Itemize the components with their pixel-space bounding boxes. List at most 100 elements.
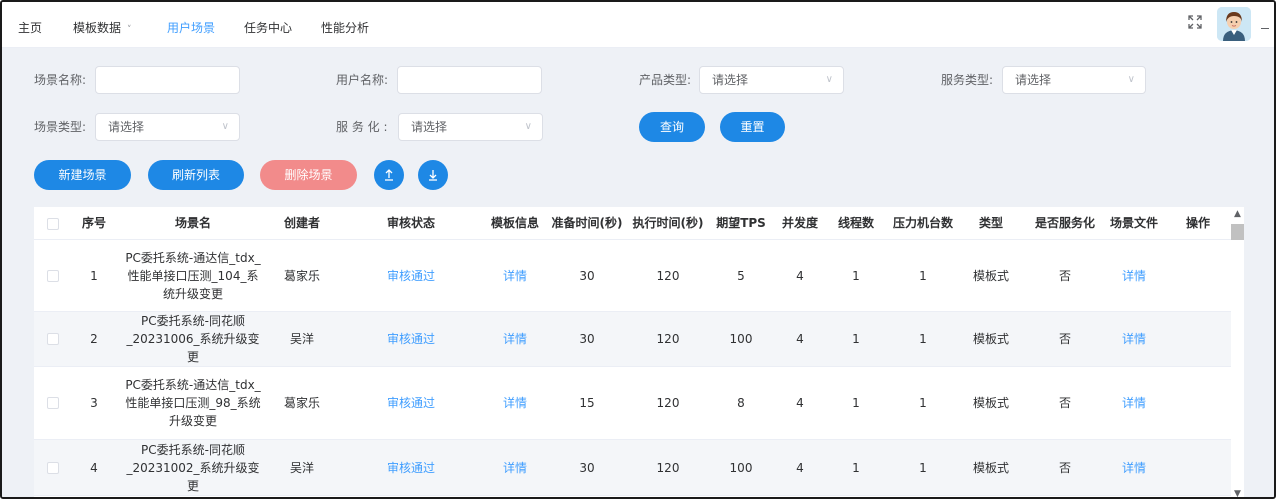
col-header-scene-name[interactable]: 场景名 [116,207,270,240]
upload-button[interactable] [374,160,404,190]
cell-template-detail-link[interactable]: 详情 [480,440,550,495]
delete-scene-button[interactable]: 删除场景 [260,160,357,190]
cell-servicized: 否 [1058,460,1071,475]
nav-item-user-scenes[interactable]: 用户场景 [167,19,215,36]
scene-name-input[interactable] [95,66,240,94]
col-header-threads[interactable]: 线程数 [828,207,884,240]
row-checkbox[interactable] [47,397,59,409]
table-row[interactable]: 3 PC委托系统-通达信_tdx_性能单接口压测_98_系统升级变更 葛家乐 审… [34,367,1231,440]
servicized-label: 服 务 化 : [336,120,388,134]
download-button[interactable] [418,160,448,190]
cell-concurrency: 4 [796,268,804,283]
nav-item-performance[interactable]: 性能分析 [321,19,369,36]
cell-exec-time: 120 [656,332,680,346]
cell-template-detail-link[interactable]: 详情 [480,240,550,311]
row-select-cell [38,440,68,495]
row-select-cell [38,312,68,366]
scroll-up-icon[interactable]: ▲ [1234,209,1241,219]
user-name-label: 用户名称: [336,73,389,87]
product-type-select[interactable]: 请选择 ∨ [699,66,844,94]
cell-machines: 1 [919,460,927,475]
dropdown-caret-icon[interactable] [1261,28,1269,29]
cell-actions [1180,312,1216,366]
scene-name-label: 场景名称: [34,73,87,87]
fullscreen-icon[interactable] [1187,14,1203,30]
select-all-cell [38,207,68,240]
cell-exec-time: 120 [656,460,680,475]
cell-scene-name: PC委托系统-通达信_tdx_性能单接口压测_104_系统升级变更 [125,250,261,301]
col-header-audit-status[interactable]: 审核状态 [360,207,462,240]
cell-servicized: 否 [1058,332,1071,346]
cell-exec-time: 120 [656,268,680,283]
cell-scene-file-link[interactable]: 详情 [1104,240,1164,311]
cell-machines: 1 [919,396,927,410]
scene-table: 序号 场景名 创建者 审核状态 模板信息 准备时间(秒) 执行时间(秒) 期望T… [34,207,1231,497]
col-header-actions[interactable]: 操作 [1180,207,1216,240]
user-avatar[interactable] [1217,7,1251,41]
cell-threads: 1 [852,396,860,410]
table-row[interactable]: 4 PC委托系统-同花顺_20231002_系统升级变更 吴洋 审核通过 详情 … [34,440,1231,496]
col-header-concurrency[interactable]: 并发度 [774,207,826,240]
cell-threads: 1 [852,332,860,346]
cell-audit-status-link[interactable]: 审核通过 [360,312,462,366]
servicized-value: 请选择 [411,120,448,134]
cell-template-detail-link[interactable]: 详情 [480,367,550,439]
cell-audit-status-link[interactable]: 审核通过 [360,367,462,439]
scene-type-value: 请选择 [108,120,145,134]
cell-machines: 1 [919,268,927,283]
cell-scene-name: PC委托系统-通达信_tdx_性能单接口压测_98_系统升级变更 [125,378,261,428]
refresh-list-button[interactable]: 刷新列表 [148,160,244,190]
cell-actions [1180,440,1216,495]
reset-button[interactable]: 重置 [720,112,785,142]
nav-item-task-center[interactable]: 任务中心 [244,19,292,36]
table-row[interactable]: 1 PC委托系统-通达信_tdx_性能单接口压测_104_系统升级变更 葛家乐 … [34,240,1231,312]
nav-item-home[interactable]: 主页 [18,19,42,36]
col-header-exec-time[interactable]: 执行时间(秒) [626,207,710,240]
cell-audit-status-link[interactable]: 审核通过 [360,440,462,495]
cell-scene-file-link[interactable]: 详情 [1104,312,1164,366]
chevron-down-icon: ∨ [825,74,833,85]
row-checkbox[interactable] [47,461,59,474]
table-scrollbar[interactable]: ▲ ▼ [1231,207,1244,497]
query-button[interactable]: 查询 [639,112,705,142]
cell-audit-status-link[interactable]: 审核通过 [360,240,462,311]
col-header-creator[interactable]: 创建者 [270,207,334,240]
cell-machines: 1 [919,332,927,346]
scene-type-select[interactable]: 请选择 ∨ [95,113,240,141]
cell-creator: 吴洋 [289,460,314,475]
nav-item-template-data[interactable]: 模板数据 ˅ [73,19,132,36]
cell-type: 模板式 [972,460,1009,475]
select-all-checkbox[interactable] [47,217,59,230]
col-header-index[interactable]: 序号 [74,207,114,240]
user-name-input[interactable] [397,66,542,94]
cell-prep-time: 30 [579,332,595,346]
cell-scene-file-link[interactable]: 详情 [1104,440,1164,495]
cell-actions [1180,367,1216,439]
chevron-down-icon: ˅ [127,25,132,35]
cell-index: 2 [90,332,98,346]
row-select-cell [38,367,68,439]
col-header-scene-file[interactable]: 场景文件 [1104,207,1164,240]
scroll-thumb[interactable] [1231,224,1244,240]
servicized-select[interactable]: 请选择 ∨ [398,113,543,141]
cell-scene-file-link[interactable]: 详情 [1104,367,1164,439]
cell-template-detail-link[interactable]: 详情 [480,312,550,366]
row-checkbox[interactable] [47,333,59,345]
product-type-value: 请选择 [712,73,749,87]
row-checkbox[interactable] [47,269,59,282]
col-header-prep-time[interactable]: 准备时间(秒) [550,207,624,240]
new-scene-button[interactable]: 新建场景 [34,160,131,190]
cell-index: 1 [90,268,98,283]
col-header-machines[interactable]: 压力机台数 [886,207,960,240]
col-header-type[interactable]: 类型 [958,207,1024,240]
scroll-down-icon[interactable]: ▼ [1234,489,1241,497]
cell-threads: 1 [852,460,860,475]
service-type-value: 请选择 [1015,73,1052,87]
cell-type: 模板式 [972,268,1009,283]
cell-expected-tps: 5 [737,268,745,283]
col-header-template-info[interactable]: 模板信息 [480,207,550,240]
col-header-expected-tps[interactable]: 期望TPS [710,207,772,240]
service-type-select[interactable]: 请选择 ∨ [1002,66,1146,94]
col-header-servicized[interactable]: 是否服务化 [1024,207,1106,240]
table-row[interactable]: 2 PC委托系统-同花顺_20231006_系统升级变更 吴洋 审核通过 详情 … [34,312,1231,367]
